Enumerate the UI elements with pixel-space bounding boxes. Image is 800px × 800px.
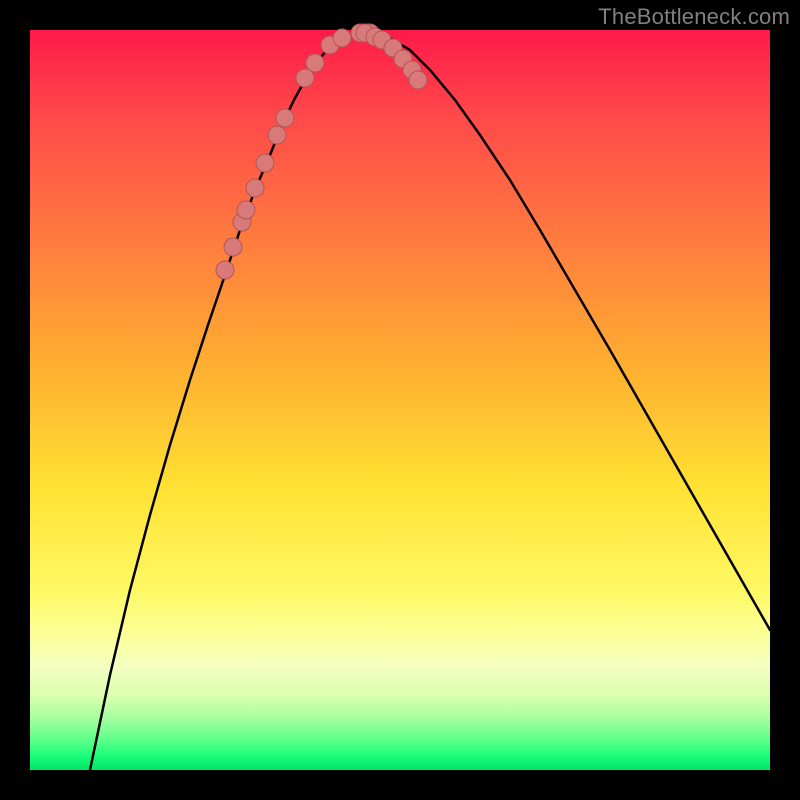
marker-point [216,261,234,279]
highlighted-points [216,24,427,279]
plot-area [30,30,770,770]
chart-frame: TheBottleneck.com [0,0,800,800]
marker-point [276,109,294,127]
marker-point [237,201,255,219]
marker-point [306,54,324,72]
marker-point [256,154,274,172]
bottleneck-curve [90,33,770,770]
marker-point [246,179,264,197]
marker-point [224,238,242,256]
marker-point [333,29,351,47]
chart-svg [30,30,770,770]
watermark-text: TheBottleneck.com [598,4,790,30]
marker-point [409,71,427,89]
marker-point [268,126,286,144]
